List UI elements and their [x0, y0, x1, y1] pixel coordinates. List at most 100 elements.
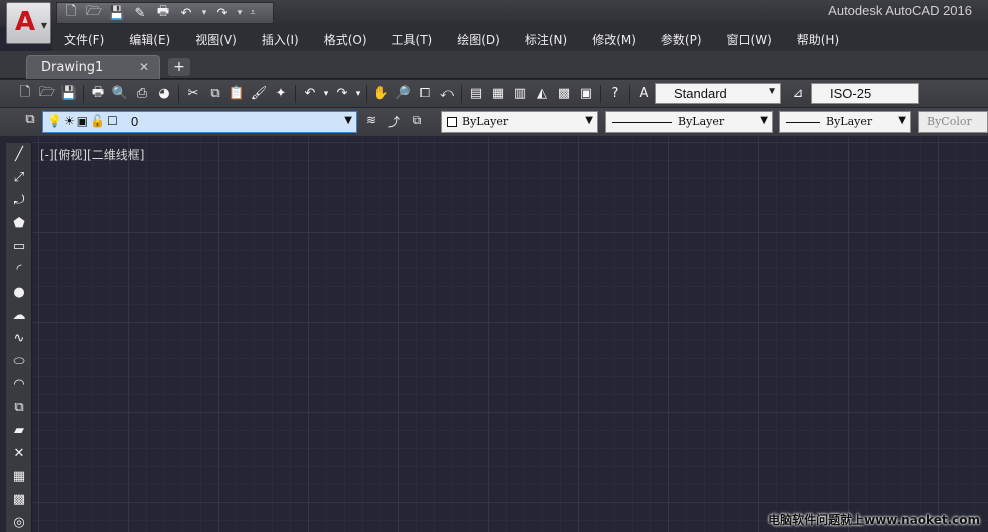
plot-preview-icon[interactable]: 🔍 — [109, 84, 131, 104]
color-value: ByLayer — [462, 115, 509, 128]
plot-icon[interactable]: 🖶 — [87, 84, 109, 104]
publish-icon[interactable]: ⎙ — [131, 84, 153, 104]
menu-window[interactable]: 窗口(W) — [727, 31, 772, 48]
spline-icon[interactable]: ∿ — [6, 327, 32, 350]
make-block-icon[interactable]: ▰ — [6, 419, 32, 442]
linetype-select[interactable]: ByLayer ▼ — [605, 111, 773, 133]
menu-tools[interactable]: 工具(T) — [392, 31, 433, 48]
close-icon[interactable]: ✕ — [139, 60, 149, 74]
text-style-value: Standard — [674, 86, 727, 101]
ellipse-arc-icon[interactable]: ◠ — [6, 373, 32, 396]
redo-dropdown-icon[interactable]: ▾ — [235, 4, 245, 22]
chevron-down-icon: ▼ — [767, 86, 777, 97]
markup-icon[interactable]: ▩ — [553, 84, 575, 104]
properties-icon[interactable]: ▤ — [465, 84, 487, 104]
gradient-icon[interactable]: ▩ — [6, 488, 32, 511]
layer-previous-icon[interactable]: ⤴ — [385, 113, 403, 131]
application-menu-button[interactable]: A ▼ — [6, 2, 51, 44]
menu-file[interactable]: 文件(F) — [64, 31, 104, 48]
new-tab-button[interactable]: + — [168, 58, 190, 76]
customize-icon[interactable]: ⩡ — [248, 4, 258, 22]
hatch-icon[interactable]: ▦ — [6, 465, 32, 488]
undo-icon[interactable]: ↶ — [176, 4, 196, 22]
copy-icon[interactable]: ⧉ — [204, 84, 226, 104]
undo-icon[interactable]: ↶ — [299, 84, 321, 104]
dimension-style-select[interactable]: ISO-25 — [811, 83, 919, 104]
plot-icon[interactable]: 🖶 — [153, 4, 173, 22]
zoom-previous-icon[interactable]: ⤺ — [436, 84, 458, 104]
layers-toolbar: ⧉ 💡☀▣🔓☐ 0 ▼ ≋ ⤴ ⧉ ByLayer ▼ ByLayer ▼ By… — [0, 108, 988, 136]
save-as-icon[interactable]: ✎ — [130, 4, 150, 22]
separator — [629, 84, 630, 103]
menu-format[interactable]: 格式(O) — [324, 31, 367, 48]
drawing-canvas[interactable] — [33, 137, 988, 532]
menu-edit[interactable]: 编辑(E) — [129, 31, 170, 48]
lineweight-preview — [786, 122, 820, 123]
undo-dropdown-icon[interactable]: ▾ — [321, 84, 331, 104]
viewport-controls-label[interactable]: [-][俯视][二维线框] — [40, 146, 144, 163]
polygon-icon[interactable]: ⬟ — [6, 212, 32, 235]
tool-palettes-icon[interactable]: ▥ — [509, 84, 531, 104]
zoom-realtime-icon[interactable]: 🔎 — [392, 84, 414, 104]
construction-line-icon[interactable]: ⤢ — [6, 166, 32, 189]
revision-cloud-icon[interactable]: ☁ — [6, 304, 32, 327]
menu-modify[interactable]: 修改(M) — [592, 31, 636, 48]
menu-bar: 文件(F) 编辑(E) 视图(V) 插入(I) 格式(O) 工具(T) 绘图(D… — [52, 27, 988, 51]
lineweight-select[interactable]: ByLayer ▼ — [779, 111, 911, 133]
redo-icon[interactable]: ↷ — [331, 84, 353, 104]
menu-parametric[interactable]: 参数(P) — [661, 31, 702, 48]
new-icon[interactable]: 🗋 — [14, 84, 36, 104]
point-icon[interactable]: ✕ — [6, 442, 32, 465]
save-icon[interactable]: 💾 — [107, 4, 127, 22]
new-icon[interactable]: 🗋 — [61, 4, 81, 22]
autocad-logo-icon: A — [15, 7, 36, 37]
menu-draw[interactable]: 绘图(D) — [457, 31, 500, 48]
menu-view[interactable]: 视图(V) — [195, 31, 237, 48]
undo-dropdown-icon[interactable]: ▾ — [199, 4, 209, 22]
help-icon[interactable]: ? — [604, 84, 626, 104]
tab-drawing1[interactable]: Drawing1 ✕ — [26, 55, 160, 79]
zoom-window-icon[interactable]: ⧠ — [414, 84, 436, 104]
match-properties-icon[interactable]: 🖌 — [248, 84, 270, 104]
design-center-icon[interactable]: ▦ — [487, 84, 509, 104]
redo-dropdown-icon[interactable]: ▾ — [353, 84, 363, 104]
block-editor-icon[interactable]: ✦ — [270, 84, 292, 104]
menu-dimension[interactable]: 标注(N) — [525, 31, 567, 48]
sheet-set-icon[interactable]: ◭ — [531, 84, 553, 104]
3d-print-icon[interactable]: ◕ — [153, 84, 175, 104]
plot-style-select[interactable]: ByColor — [918, 111, 988, 133]
redo-icon[interactable]: ↷ — [212, 4, 232, 22]
open-icon[interactable]: 🗁 — [36, 84, 58, 104]
ellipse-icon[interactable]: ⬭ — [6, 350, 32, 373]
region-icon[interactable]: ◎ — [6, 511, 32, 532]
separator — [178, 84, 179, 103]
polyline-icon[interactable]: ⤾ — [6, 189, 32, 212]
arc-icon[interactable]: ◜ — [6, 258, 32, 281]
line-icon[interactable]: ╱ — [6, 143, 32, 166]
text-style-select[interactable]: Standard ▼ — [655, 83, 781, 104]
save-icon[interactable]: 💾 — [58, 84, 80, 104]
cut-icon[interactable]: ✂ — [182, 84, 204, 104]
color-select[interactable]: ByLayer ▼ — [441, 111, 598, 133]
quickcalc-icon[interactable]: ▣ — [575, 84, 597, 104]
separator — [295, 84, 296, 103]
watermark-text: 电脑软件问题就上www.naoket.com — [768, 513, 980, 527]
menu-insert[interactable]: 插入(I) — [262, 31, 299, 48]
menu-help[interactable]: 帮助(H) — [797, 31, 839, 48]
draw-toolbar: ╱ ⤢ ⤾ ⬟ ▭ ◜ ● ☁ ∿ ⬭ ◠ ⧉ ▰ ✕ ▦ ▩ ◎ — [6, 143, 32, 532]
insert-block-icon[interactable]: ⧉ — [6, 396, 32, 419]
layer-select[interactable]: 💡☀▣🔓☐ 0 ▼ — [42, 111, 357, 133]
circle-icon[interactable]: ● — [6, 281, 32, 304]
text-style-icon: A — [639, 86, 649, 101]
linetype-value: ByLayer — [678, 115, 725, 128]
layer-isolate-icon[interactable]: ⧉ — [408, 113, 426, 131]
chevron-down-icon: ▼ — [40, 21, 47, 30]
pan-icon[interactable]: ✋ — [370, 84, 392, 104]
paste-icon[interactable]: 📋 — [226, 84, 248, 104]
open-icon[interactable]: 🗁 — [84, 4, 104, 22]
layer-properties-icon[interactable]: ⧉ — [20, 112, 40, 132]
rectangle-icon[interactable]: ▭ — [6, 235, 32, 258]
make-current-layer-icon[interactable]: ≋ — [362, 113, 380, 131]
tab-label: Drawing1 — [41, 60, 104, 75]
lineweight-value: ByLayer — [826, 115, 873, 128]
